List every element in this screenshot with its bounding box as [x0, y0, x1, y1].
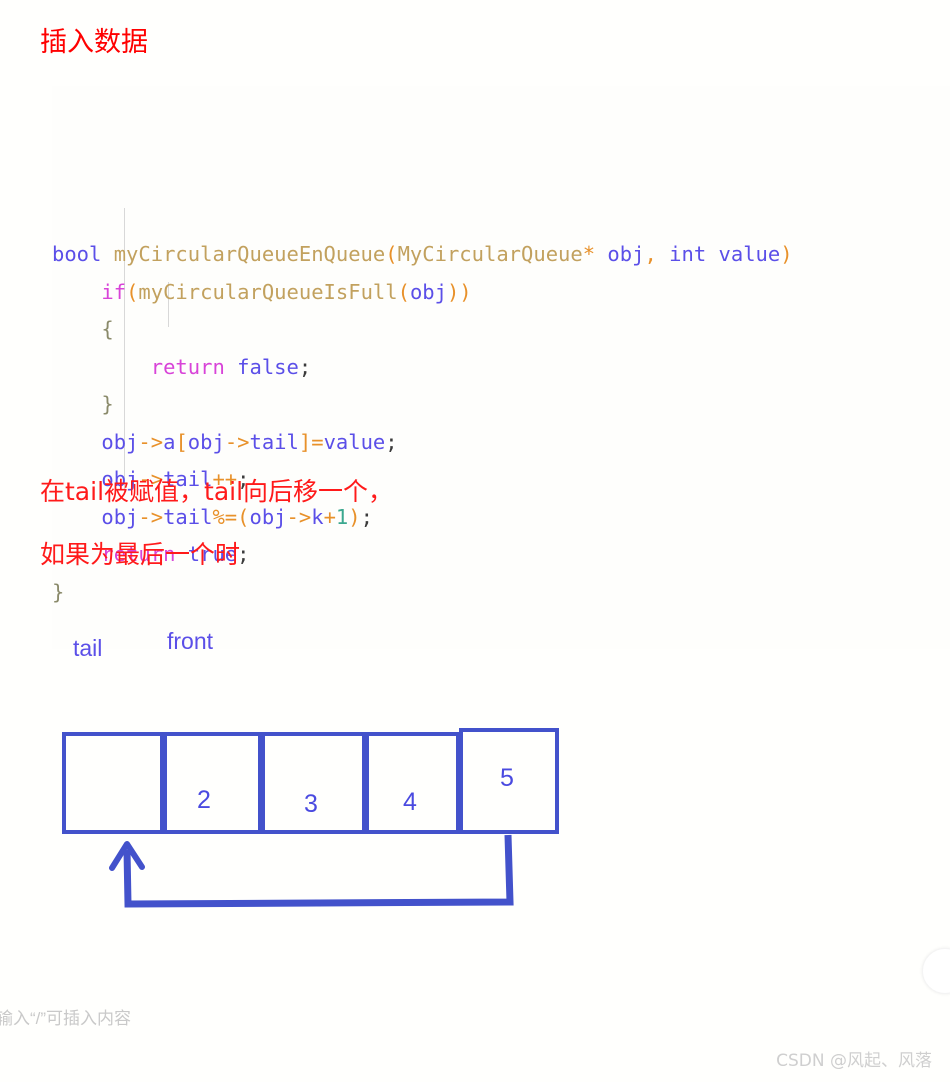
- code-token: false: [237, 354, 299, 379]
- queue-cell-value: 4: [403, 788, 417, 816]
- queue-cell: 3: [261, 732, 366, 834]
- code-token: int: [669, 242, 707, 266]
- code-token: a: [163, 429, 176, 454]
- code-token: ;: [385, 429, 398, 454]
- code-token: =: [311, 429, 324, 454]
- code-token: myCircularQueueIsFull: [138, 279, 398, 304]
- code-line: bool myCircularQueueEnQueue(MyCircularQu…: [52, 236, 950, 274]
- code-token: ->: [138, 429, 164, 454]
- queue-cell-value: 3: [304, 790, 318, 818]
- code-token: (: [397, 279, 410, 304]
- wraparound-arrow-icon: [109, 834, 514, 908]
- code-line: {: [52, 311, 950, 349]
- code-token: value: [718, 242, 781, 266]
- code-token: k: [311, 504, 324, 529]
- annotation-line-2: 如果为最后一个时: [40, 540, 241, 569]
- code-token: ): [348, 504, 361, 529]
- code-token: return: [150, 354, 225, 379]
- code-token: ): [780, 242, 793, 266]
- code-token: ->: [286, 504, 312, 529]
- code-token: tail: [249, 429, 299, 454]
- code-token: ->: [224, 429, 250, 454]
- code-token: (: [126, 279, 139, 304]
- queue-cell-value: 5: [500, 764, 514, 792]
- code-token: if: [101, 279, 127, 304]
- code-token: ;: [298, 354, 312, 379]
- code-token: *: [582, 242, 596, 266]
- pointer-label-front: front: [167, 628, 214, 654]
- code-token: obj: [101, 504, 139, 529]
- code-line: obj->a[obj->tail]=value;: [52, 424, 950, 462]
- code-token: 1: [335, 504, 349, 529]
- queue-cell: 4: [365, 732, 460, 834]
- queue-cell: 2: [163, 732, 262, 834]
- editor-placeholder-text[interactable]: 输入“/”可插入内容: [0, 1004, 131, 1029]
- code-token: obj: [249, 504, 287, 529]
- queue-cell: 5: [459, 728, 559, 834]
- code-token: +: [323, 504, 336, 529]
- floating-action-button[interactable]: [922, 948, 950, 994]
- code-token: bool: [52, 242, 102, 266]
- code-token: (: [237, 504, 250, 529]
- code-token: )): [446, 279, 472, 304]
- code-token: MyCircularQueue: [397, 242, 583, 266]
- code-token: (: [385, 242, 398, 266]
- code-line: if(myCircularQueueIsFull(obj)): [52, 274, 950, 312]
- code-token: value: [323, 429, 386, 454]
- annotation-line-1: 在tail被赋值，tail向后移一个，: [40, 477, 394, 506]
- code-token: %=: [212, 504, 238, 529]
- code-token: obj: [101, 429, 139, 454]
- code-token: [: [175, 429, 188, 454]
- code-token: ->: [138, 504, 164, 529]
- code-token: ]: [298, 429, 312, 454]
- watermark: CSDN @风起、风落: [776, 1051, 932, 1071]
- page-title: 插入数据: [40, 27, 148, 58]
- queue-diagram: tail front 2 3 4 5: [0, 600, 950, 930]
- code-token: tail: [163, 504, 213, 529]
- code-token: ,: [644, 242, 657, 266]
- queue-cell: [62, 732, 164, 834]
- code-token: ;: [360, 504, 373, 529]
- pointer-label-tail: tail: [73, 635, 103, 661]
- code-token: {: [101, 317, 114, 341]
- code-token: myCircularQueueEnQueue: [113, 242, 386, 266]
- queue-cell-value: 2: [197, 786, 211, 814]
- code-line: }: [52, 386, 950, 424]
- code-token: obj: [409, 279, 447, 304]
- code-token: obj: [607, 242, 645, 266]
- code-token: }: [101, 392, 114, 416]
- code-token: obj: [187, 429, 225, 454]
- code-line: return false;: [52, 349, 950, 387]
